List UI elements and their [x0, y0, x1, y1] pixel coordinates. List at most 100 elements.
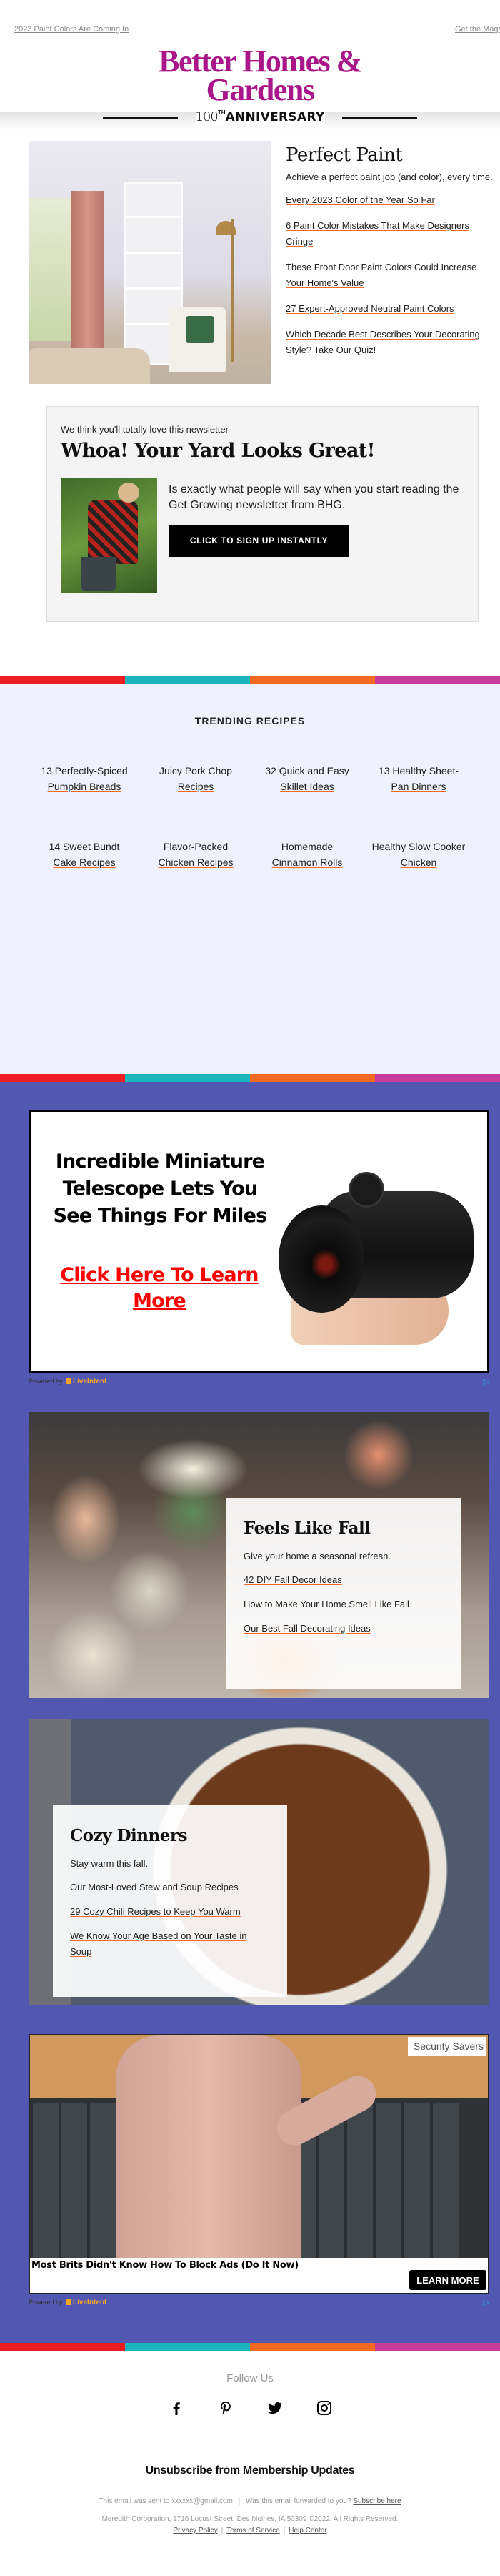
ad-choices-icon[interactable]: ▷ [484, 2298, 489, 2307]
living-room-image[interactable] [29, 141, 271, 384]
sofa-shape [29, 348, 150, 384]
newsletter-promo-wrap: We think you'll totally love this newsle… [0, 401, 500, 676]
feels-like-fall-feature[interactable]: Feels Like Fall Give your home a seasona… [29, 1412, 489, 1698]
anniversary-lockup: 100THANNIVERSARY [103, 109, 417, 126]
cozy-link[interactable]: Our Most-Loved Stew and Soup Recipes [70, 1880, 270, 1895]
perfect-paint-text: Perfect Paint Achieve a perfect paint jo… [286, 142, 493, 358]
recipe-link[interactable]: Flavor-Packed Chicken Recipes [140, 839, 251, 870]
anniversary-word: ANNIVERSARY [225, 110, 325, 124]
recipe-card: 13 Perfectly-Spiced Pumpkin Breads [29, 750, 140, 794]
section-title: Perfect Paint [286, 144, 403, 166]
social-links [0, 2399, 500, 2420]
trending-recipes-section: TRENDING RECIPES 13 Perfectly-Spiced Pum… [0, 684, 500, 1074]
help-center-link[interactable]: Help Center [289, 2527, 326, 2535]
stripe-magenta [375, 2343, 500, 2351]
liveintent-name: LiveIntent [73, 2299, 107, 2306]
privacy-policy-link[interactable]: Privacy Policy [173, 2527, 217, 2535]
ad-blocker-ad[interactable]: Security Savers Most Brits Didn't Know H… [29, 2034, 489, 2294]
facebook-icon[interactable] [168, 2399, 185, 2420]
anniversary-suffix: TH [217, 109, 226, 116]
paint-link-list: Every 2023 Color of the Year So Far 6 Pa… [286, 192, 493, 358]
twitter-icon[interactable] [266, 2399, 284, 2420]
pillow-shape [186, 316, 214, 343]
preheader-paint-link[interactable]: 2023 Paint Colors Are Coming In [14, 25, 129, 34]
stripe-red [0, 2343, 125, 2351]
recipe-card: Juicy Pork Chop Recipes [140, 750, 251, 794]
advertiser-badge: Security Savers [407, 2037, 486, 2056]
recipe-link[interactable]: 32 Quick and Easy Skillet Ideas [251, 763, 363, 794]
logo-wordmark: Better Homes & Gardens [159, 44, 362, 107]
liveintent-logo-icon [66, 1378, 72, 1384]
email-footer: Follow Us Unsubscribe from Membership Up… [0, 2351, 500, 2576]
fall-link[interactable]: 42 DIY Fall Decor Ideas [244, 1572, 444, 1588]
logo-rule-right [342, 117, 417, 119]
powered-by-label: Powered by [29, 2299, 63, 2306]
recipient-email: xxxxxx@gmail.com [171, 2497, 233, 2505]
cozy-link[interactable]: We Know Your Age Based on Your Taste in … [70, 1928, 270, 1960]
email-header: 2023 Paint Colors Are Coming In Get the … [0, 0, 500, 126]
sent-prefix: This email was sent to [99, 2497, 170, 2505]
follow-us-label: Follow Us [226, 2372, 274, 2384]
card-subtitle: Give your home a seasonal refresh. [244, 1551, 391, 1561]
learn-more-button[interactable]: LEARN MORE [409, 2270, 486, 2290]
instagram-icon[interactable] [316, 2399, 333, 2420]
recipe-card: 14 Sweet Bundt Cake Recipes [29, 826, 140, 870]
separator: | [221, 2527, 224, 2535]
card-title: Cozy Dinners [70, 1826, 187, 1845]
ad-headline: Incredible Miniature Telescope Lets You … [53, 1150, 268, 1227]
paint-link[interactable]: 27 Expert-Approved Neutral Paint Colors [286, 301, 493, 317]
recipe-link[interactable]: 13 Perfectly-Spiced Pumpkin Breads [29, 763, 140, 794]
gardener-image[interactable] [61, 478, 157, 593]
anniversary-text: 100THANNIVERSARY [195, 109, 325, 126]
color-stripe-bottom [0, 2343, 500, 2351]
recipe-card: 32 Quick and Easy Skillet Ideas [251, 750, 363, 794]
cozy-dinners-feature[interactable]: Cozy Dinners Stay warm this fall. Our Mo… [29, 1719, 489, 2005]
stripe-orange [250, 676, 375, 684]
paint-link[interactable]: 6 Paint Color Mistakes That Make Designe… [286, 218, 493, 250]
stripe-orange [250, 1074, 375, 1082]
sign-up-button[interactable]: CLICK TO SIGN UP INSTANTLY [169, 525, 349, 557]
company-address: Meredith Corporation, 1716 Locust Street… [101, 2515, 399, 2523]
fall-link[interactable]: Our Best Fall Decorating Ideas [244, 1621, 444, 1637]
cozy-link-list: Our Most-Loved Stew and Soup Recipes 29 … [70, 1880, 270, 1960]
stripe-red [0, 1074, 125, 1082]
recipe-link[interactable]: 14 Sweet Bundt Cake Recipes [29, 839, 140, 870]
forwarded-question: Was this email forwarded to you? [246, 2497, 351, 2505]
terms-of-service-link[interactable]: Terms of Service [226, 2527, 279, 2535]
separator: | [238, 2497, 241, 2505]
paint-link[interactable]: Every 2023 Color of the Year So Far [286, 192, 493, 208]
stripe-magenta [375, 676, 500, 684]
powered-by-liveintent[interactable]: Powered by LiveIntent ▷ [29, 2299, 500, 2311]
telescope-eyepiece-shape [279, 1205, 364, 1313]
bhg-logo[interactable]: Better Homes & Gardens 100THANNIVERSARY [103, 44, 417, 126]
recipe-link[interactable]: Healthy Slow Cooker Chicken [363, 839, 474, 870]
fall-card: Feels Like Fall Give your home a seasona… [226, 1498, 461, 1689]
cozy-card: Cozy Dinners Stay warm this fall. Our Mo… [53, 1805, 287, 1997]
stripe-teal [125, 2343, 250, 2351]
powered-by-label: Powered by [29, 1378, 63, 1385]
recipe-link[interactable]: 13 Healthy Sheet-Pan Dinners [363, 763, 474, 794]
pinterest-icon[interactable] [217, 2399, 234, 2420]
purple-spacer [0, 2311, 500, 2343]
recipe-card: 13 Healthy Sheet-Pan Dinners [363, 750, 474, 794]
paint-link[interactable]: These Front Door Paint Colors Could Incr… [286, 260, 493, 291]
powered-by-liveintent[interactable]: Powered by LiveIntent ▷ [29, 1378, 500, 1391]
color-stripe-top [0, 676, 500, 684]
separator: | [283, 2527, 286, 2535]
lamp-pole-shape [231, 219, 234, 362]
paint-link[interactable]: Which Decade Best Describes Your Decorat… [286, 327, 493, 358]
recipe-link[interactable]: Juicy Pork Chop Recipes [140, 763, 251, 794]
unsubscribe-link[interactable]: Unsubscribe from Membership Updates [0, 2464, 500, 2477]
perfect-paint-section: Perfect Paint Achieve a perfect paint jo… [0, 129, 500, 401]
recipe-link[interactable]: Homemade Cinnamon Rolls [251, 839, 363, 870]
get-magazine-link[interactable]: Get the Magazine [455, 25, 500, 34]
stripe-red [0, 676, 125, 684]
ad-choices-icon[interactable]: ▷ [484, 1377, 489, 1386]
telescope-ad[interactable]: Incredible Miniature Telescope Lets You … [29, 1110, 489, 1373]
logo-rule-left [103, 117, 178, 119]
footer-spacer [0, 2535, 500, 2576]
fall-link[interactable]: How to Make Your Home Smell Like Fall [244, 1597, 444, 1612]
cozy-link[interactable]: 29 Cozy Chili Recipes to Keep You Warm [70, 1904, 270, 1920]
subscribe-here-link[interactable]: Subscribe here [353, 2497, 401, 2505]
ad-cta-link[interactable]: Click Here To Learn More [59, 1263, 259, 1314]
